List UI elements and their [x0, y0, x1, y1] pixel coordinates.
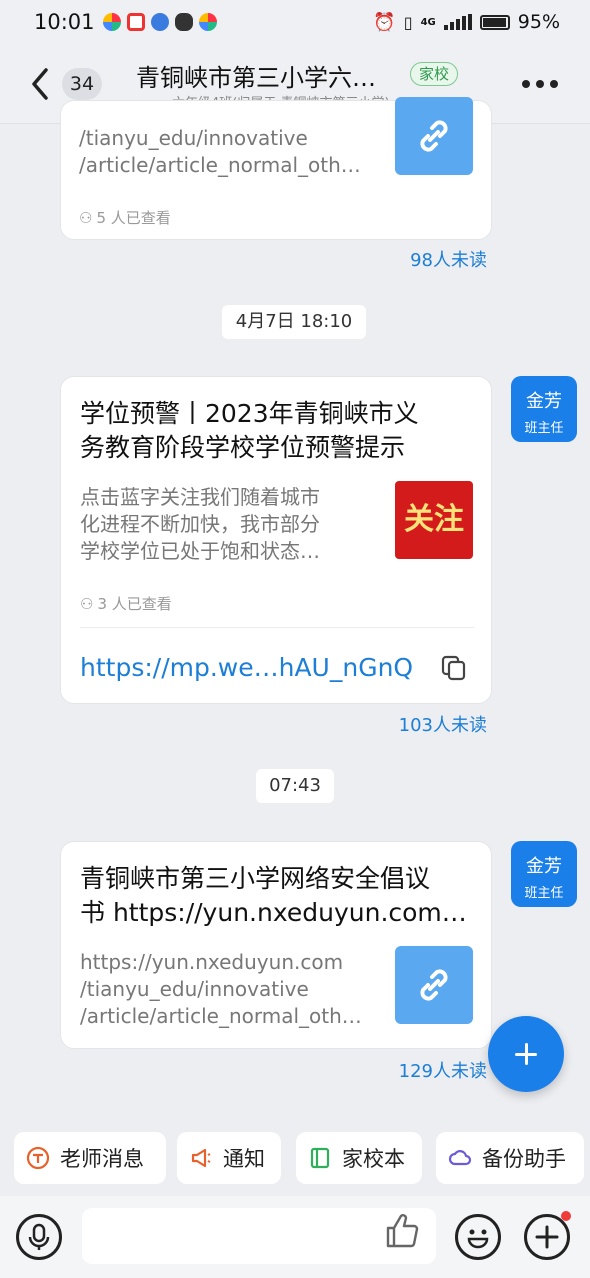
- status-right: ⏰ ▯ 4G 95%: [373, 11, 560, 33]
- quick-action-notebook[interactable]: 家校本: [296, 1132, 422, 1184]
- app-notification-icon-2: [198, 13, 217, 31]
- unread-count[interactable]: 98人未读: [287, 246, 487, 272]
- viewed-count: ⚇ 5 人已查看: [79, 207, 171, 228]
- quick-action-label: 通知: [223, 1147, 265, 1171]
- smiley-icon: [467, 1229, 489, 1249]
- sender-role: 班主任: [524, 886, 564, 901]
- notebook-icon: [310, 1147, 330, 1169]
- quick-action-label: 老师消息: [60, 1147, 144, 1171]
- message-description: 点击蓝字关注我们随着城市 化进程不断加快，我市部分 学校学位已处于饱和状态…: [80, 484, 380, 565]
- quick-action-label: 备份助手: [482, 1147, 566, 1171]
- message-headline: 学位预警丨2023年青铜峡市义 务教育阶段学校学位预警提示: [80, 397, 480, 465]
- quick-action-notice[interactable]: 通知: [177, 1132, 281, 1184]
- teacher-icon: [26, 1146, 50, 1170]
- input-bar: [0, 1196, 590, 1278]
- link-message-card[interactable]: 青铜峡市第三小学网络安全倡议 书 https://yun.nxeduyun.co…: [60, 841, 492, 1049]
- thumbs-up-icon[interactable]: [384, 1210, 420, 1250]
- timestamp: 4月7日 18:10: [222, 305, 366, 339]
- message-headline: 青铜峡市第三小学网络安全倡议 书 https://yun.nxeduyun.co…: [80, 862, 480, 930]
- wechat-icon: [174, 13, 193, 31]
- microphone-icon: [28, 1223, 50, 1250]
- viewed-count: ⚇ 3 人已查看: [80, 593, 172, 614]
- copy-icon[interactable]: [441, 655, 467, 681]
- description-line: https://yun.nxeduyun.com: [80, 950, 344, 974]
- quick-action-teacher[interactable]: 老师消息: [14, 1132, 166, 1184]
- more-actions-button[interactable]: [524, 1214, 570, 1260]
- headline-line: 学位预警丨2023年青铜峡市义: [80, 399, 419, 428]
- link-message-card[interactable]: /tianyu_edu/innovative /article/article_…: [60, 97, 492, 240]
- description-line: /article/article_normal_oth…: [79, 153, 361, 177]
- unread-count[interactable]: 129人未读: [287, 1057, 487, 1083]
- battery-icon: [479, 14, 510, 30]
- status-bar: 10:01 ⏰ ▯ 4G 95%: [0, 0, 590, 44]
- timestamp: 07:43: [256, 769, 334, 803]
- link-icon: [395, 946, 473, 1024]
- notification-icons: [102, 13, 217, 31]
- message-url[interactable]: https://mp.we…hAU_nGnQ: [80, 653, 413, 682]
- status-time: 10:01: [34, 10, 95, 34]
- signal-icon: [443, 14, 472, 30]
- voice-input-button[interactable]: [16, 1214, 62, 1260]
- person-icon: ⚇: [79, 208, 93, 227]
- sender-name: 金芳: [526, 856, 562, 877]
- description-line: 学校学位已处于饱和状态…: [80, 539, 320, 563]
- description-line: 点击蓝字关注我们随着城市: [80, 485, 320, 509]
- battery-level: 95%: [517, 11, 560, 33]
- viewed-text: 5 人已查看: [96, 209, 171, 227]
- quick-action-backup[interactable]: 备份助手: [436, 1132, 584, 1184]
- description-line: /article/article_normal_oth…: [80, 1004, 362, 1028]
- back-arrow-icon[interactable]: [26, 64, 56, 104]
- divider: [80, 627, 474, 628]
- viewed-text: 3 人已查看: [97, 595, 172, 613]
- sender-name: 金芳: [526, 391, 562, 412]
- message-description: https://yun.nxeduyun.com /tianyu_edu/inn…: [80, 949, 390, 1030]
- article-message-card[interactable]: 学位预警丨2023年青铜峡市义 务教育阶段学校学位预警提示 点击蓝字关注我们随着…: [60, 376, 492, 704]
- headline-line: 青铜峡市第三小学网络安全倡议: [80, 864, 431, 893]
- group-type-tag: 家校: [410, 62, 459, 86]
- notification-dot: [561, 1211, 571, 1221]
- cloud-icon: [448, 1150, 472, 1166]
- megaphone-icon: [191, 1148, 211, 1168]
- emoji-button[interactable]: [455, 1214, 501, 1260]
- description-line: 化进程不断加快，我市部分: [80, 512, 320, 536]
- globe-app-icon: [150, 13, 169, 31]
- headline-line: 书 https://yun.nxeduyun.com…: [80, 898, 467, 927]
- link-icon: [395, 97, 473, 175]
- plus-icon: [535, 1225, 559, 1249]
- headline-line: 务教育阶段学校学位预警提示: [80, 433, 406, 462]
- person-icon: ⚇: [80, 594, 94, 613]
- article-thumbnail: 关注: [395, 481, 473, 559]
- alarm-icon: ⏰: [373, 11, 396, 33]
- sender-role: 班主任: [524, 421, 564, 436]
- app-notification-icon: [102, 13, 121, 31]
- network-type: 4G: [420, 16, 436, 28]
- red-app-icon: [126, 13, 145, 31]
- chat-title: 青铜峡市第三小学六…: [136, 64, 376, 92]
- description-line: /tianyu_edu/innovative: [79, 126, 308, 150]
- more-options-icon[interactable]: [522, 80, 562, 90]
- vibrate-icon: ▯: [403, 12, 413, 32]
- unread-chats-count[interactable]: 34: [62, 68, 102, 100]
- message-input[interactable]: [82, 1208, 436, 1264]
- add-fab-button[interactable]: [488, 1016, 564, 1092]
- message-description: /tianyu_edu/innovative /article/article_…: [79, 125, 379, 179]
- description-line: /tianyu_edu/innovative: [80, 977, 309, 1001]
- quick-action-label: 家校本: [342, 1147, 405, 1171]
- sender-avatar[interactable]: 金芳 班主任: [511, 841, 577, 907]
- unread-count[interactable]: 103人未读: [287, 711, 487, 737]
- sender-avatar[interactable]: 金芳 班主任: [511, 376, 577, 442]
